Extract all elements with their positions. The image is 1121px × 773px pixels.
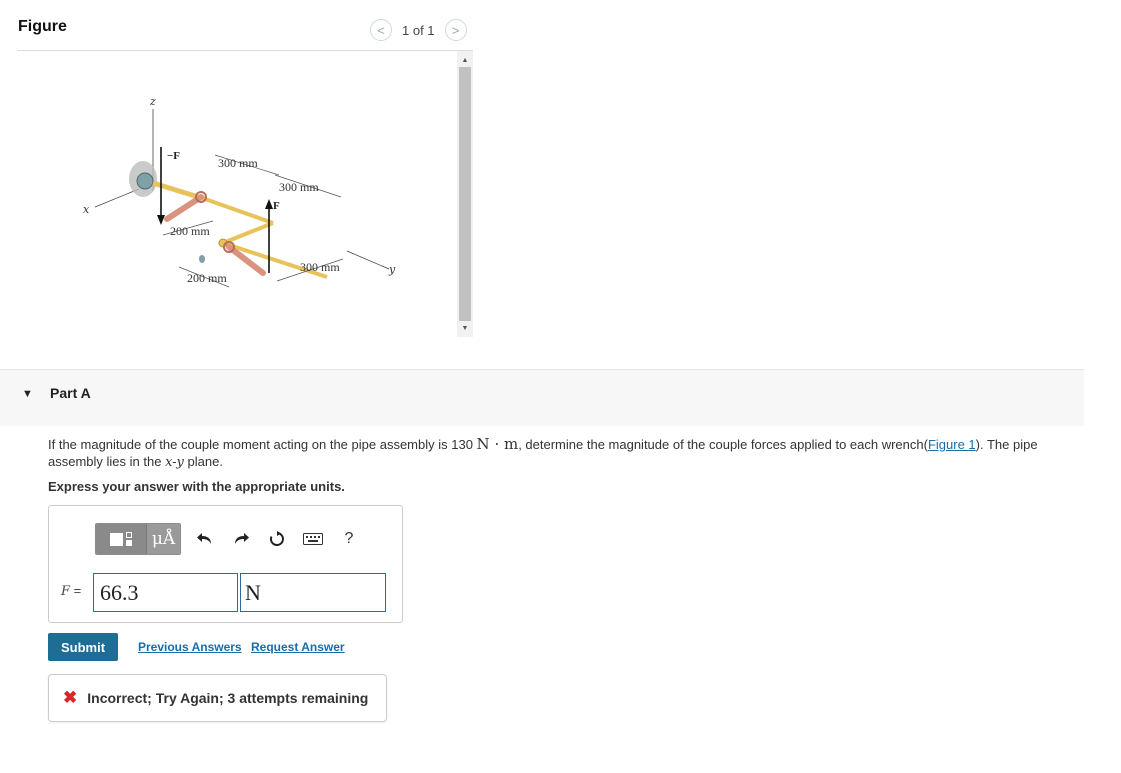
negative-force-label: −F	[167, 150, 180, 162]
equals-sign: =	[70, 583, 82, 598]
submit-button[interactable]: Submit	[48, 633, 118, 661]
reset-icon[interactable]	[259, 524, 295, 554]
force-arrowhead	[265, 199, 273, 209]
figure-image: z x y −F F 300 mm 300 mm 300 mm 200 mm 2…	[17, 51, 457, 337]
figure-title: Figure	[18, 18, 67, 35]
templates-icon	[110, 532, 132, 546]
answer-value-field[interactable]: 66.3	[93, 573, 238, 612]
wrench-upper	[164, 194, 204, 222]
dimension-label: 200 mm	[170, 224, 210, 238]
pipe-assembly-diagram: z x y −F F 300 mm 300 mm 300 mm 200 mm 2…	[83, 95, 396, 288]
y-axis	[346, 250, 390, 270]
pipe-segment	[222, 221, 274, 245]
flange	[136, 172, 154, 190]
scroll-up-arrow-icon[interactable]: ▲	[457, 53, 473, 67]
help-icon[interactable]: ?	[331, 524, 367, 554]
figure-link[interactable]: Figure 1	[928, 437, 976, 452]
templates-button[interactable]	[96, 524, 146, 554]
incorrect-x-icon: ✖	[63, 688, 78, 707]
figure-scrollbar[interactable]: ▲ ▼	[457, 51, 473, 337]
request-answer-link[interactable]: Request Answer	[251, 640, 345, 654]
part-title: Part A	[50, 385, 91, 401]
previous-answers-link[interactable]: Previous Answers	[138, 640, 242, 654]
scroll-thumb[interactable]	[459, 67, 471, 321]
problem-text: , determine the magnitude of the couple …	[518, 437, 928, 452]
pager-count: 1 of 1	[402, 22, 435, 38]
variable-symbol: F	[61, 584, 71, 599]
pipe-segment	[204, 197, 274, 225]
pipe-end-cap	[199, 255, 205, 263]
toolbar-palette-group: μÅ	[95, 523, 181, 555]
problem-text: plane.	[183, 454, 223, 469]
force-label: F	[273, 200, 280, 212]
dimension-label: 300 mm	[218, 156, 258, 170]
answer-unit-field[interactable]: N	[240, 573, 386, 612]
x-axis	[94, 188, 140, 208]
feedback-text: Incorrect; Try Again; 3 attempts remaini…	[87, 690, 369, 706]
plane-label: x-y	[165, 455, 184, 470]
answer-instruction: Express your answer with the appropriate…	[48, 479, 345, 494]
keyboard-icon[interactable]	[295, 524, 331, 554]
answer-box: μÅ ? F = 66.3 N	[48, 505, 403, 623]
units-button[interactable]: μÅ	[146, 524, 180, 554]
feedback-message: ✖ Incorrect; Try Again; 3 attempts remai…	[48, 674, 387, 722]
problem-statement: If the magnitude of the couple moment ac…	[48, 436, 1048, 471]
problem-text: If the magnitude of the couple moment ac…	[48, 437, 477, 452]
redo-icon[interactable]	[223, 524, 259, 554]
math-toolbar: μÅ ?	[95, 523, 367, 555]
undo-icon[interactable]	[187, 524, 223, 554]
force-arrowhead	[157, 215, 165, 225]
x-axis-label: x	[83, 203, 90, 216]
scroll-down-arrow-icon[interactable]: ▼	[457, 321, 473, 335]
part-a-header[interactable]: ▼ Part A	[0, 369, 1084, 426]
z-axis-label: z	[149, 95, 156, 108]
answer-variable-label: F =	[61, 583, 81, 599]
next-figure-button[interactable]: >	[444, 19, 467, 41]
dimension-label: 200 mm	[187, 271, 227, 285]
dimension-label: 300 mm	[300, 260, 340, 274]
previous-figure-button[interactable]: <	[370, 19, 392, 41]
collapse-caret-icon[interactable]: ▼	[22, 388, 33, 400]
dimension-label: 300 mm	[279, 180, 319, 194]
figure-pager: < 1 of 1 >	[370, 19, 467, 41]
y-axis-label: y	[388, 263, 396, 276]
moment-unit: N · m	[476, 435, 519, 453]
